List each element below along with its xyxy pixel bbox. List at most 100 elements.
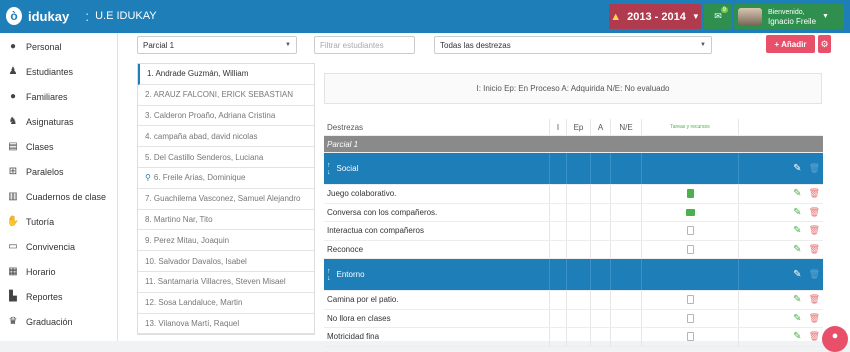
sidebar-item-graduacion[interactable]: ♛ Graduación [0,309,117,334]
add-button[interactable]: + Añadir [766,35,815,53]
grade-cell-ep[interactable] [566,203,590,221]
file-icon[interactable] [686,189,694,199]
table-row[interactable]: Camina por el patio. ✎ 🗑 [324,291,823,310]
grade-cell-a[interactable] [590,291,610,309]
graduation-cap-icon: ♛ [8,316,18,327]
list-item[interactable]: 1. Andrade Guzmán, William [138,64,314,85]
grade-cell-a[interactable] [590,309,610,327]
sidebar-item-tutoria[interactable]: ✋ Tutoría [0,209,117,234]
student-icon: ♟ [8,66,18,77]
chat-bubble-icon[interactable]: ● [822,326,848,352]
sidebar-item-cuadernos[interactable]: ▥ Cuadernos de clase [0,184,117,209]
sidebar-item-horario[interactable]: ▦ Horario [0,259,117,284]
list-item[interactable]: 7. Guachilema Vasconez, Samuel Alejandro [138,189,314,210]
grade-cell-ep[interactable] [566,328,590,346]
gear-icon[interactable]: ⚙ [818,35,831,53]
pencil-icon[interactable]: ✎ [793,313,801,324]
grade-cell-ne[interactable] [610,309,641,327]
sidebar-item-convivencia[interactable]: ▭ Convivencia [0,234,117,259]
list-item[interactable]: 13. Vilanova Martí, Raquel [138,314,314,335]
list-item[interactable]: 12. Sosa Landaluce, Martin [138,293,314,314]
pencil-icon[interactable]: ✎ [793,188,801,199]
list-item[interactable]: 11. Santamaria Villacres, Steven Misael [138,272,314,293]
sort-arrows-icon[interactable]: ↑ ↓ [327,162,331,176]
brand[interactable]: ò idukay : U.E IDUKAY [6,7,157,25]
user-menu[interactable]: Bienvenido, Ignacio Freile ▼ [734,4,844,29]
sort-arrows-icon[interactable]: ↑ ↓ [327,268,331,282]
grade-cell-i[interactable] [549,203,566,221]
sidebar-item-label: Graduación [26,316,73,327]
grade-cell-ne[interactable] [610,185,641,203]
video-icon[interactable] [685,208,695,216]
table-row[interactable]: No llora en clases ✎ 🗑 [324,309,823,328]
list-item[interactable]: 5. Del Castillo Senderos, Luciana [138,147,314,168]
file-outline-icon[interactable] [686,332,694,342]
list-item[interactable]: 10. Salvador Davalos, Isabel [138,251,314,272]
grade-cell-ne[interactable] [610,328,641,346]
sidebar-item-familiares[interactable]: ● Familiares [0,84,117,109]
pencil-icon[interactable]: ✎ [793,294,801,305]
sidebar-item-reportes[interactable]: ▙ Reportes [0,284,117,309]
grade-cell-i[interactable] [549,222,566,240]
trash-icon[interactable]: 🗑 [809,294,820,305]
grade-cell-ep[interactable] [566,291,590,309]
pencil-icon[interactable]: ✎ [793,163,801,174]
school-year-dropdown[interactable]: ▲ 2013 - 2014 ▼ [609,4,701,29]
grade-cell-ne[interactable] [610,222,641,240]
pencil-icon[interactable]: ✎ [793,207,801,218]
file-outline-icon[interactable] [686,244,694,254]
grade-cell-i[interactable] [549,185,566,203]
pencil-icon[interactable]: ✎ [793,225,801,236]
file-outline-icon[interactable] [686,313,694,323]
sidebar-item-estudiantes[interactable]: ♟ Estudiantes [0,59,117,84]
grade-cell-ne[interactable] [610,203,641,221]
grade-cell-i[interactable] [549,291,566,309]
grade-cell-i[interactable] [549,240,566,258]
table-row[interactable]: Interactua con compañeros ✎ 🗑 [324,222,823,241]
grade-cell-ep[interactable] [566,309,590,327]
grade-cell-a[interactable] [590,328,610,346]
file-outline-icon[interactable] [686,295,694,305]
sidebar-item-clases[interactable]: ▤ Clases [0,134,117,159]
grade-cell-ne[interactable] [610,240,641,258]
sidebar-item-personal[interactable]: ● Personal [0,34,117,59]
trash-icon[interactable]: 🗑 [809,225,820,236]
pencil-icon[interactable]: ✎ [793,244,801,255]
grade-cell-i[interactable] [549,309,566,327]
skill-group-row[interactable]: ↑ ↓ Entorno ✎ 🗑 [324,259,823,291]
list-item[interactable]: 8. Martino Nar, Tito [138,210,314,231]
file-outline-icon[interactable] [686,226,694,236]
sidebar-item-paralelos[interactable]: ⊞ Paralelos [0,159,117,184]
trash-icon[interactable]: 🗑 [809,269,820,280]
pencil-icon[interactable]: ✎ [793,269,801,280]
table-row[interactable]: Motricidad fina ✎ 🗑 [324,328,823,347]
grade-cell-i[interactable] [549,328,566,346]
period-select[interactable]: Parcial 1 ▼ [137,36,297,54]
list-item[interactable]: 2. ARAUZ FALCONI, ERICK SEBASTIAN [138,85,314,106]
grade-cell-ep[interactable] [566,222,590,240]
student-filter-input[interactable]: Filtrar estudiantes [314,36,415,54]
list-item[interactable]: ⚲ 6. Freile Arias, Dominique [138,168,314,189]
trash-icon[interactable]: 🗑 [809,188,820,199]
grade-cell-a[interactable] [590,185,610,203]
grade-cell-a[interactable] [590,240,610,258]
list-item[interactable]: 9. Perez Mitau, Joaquin [138,230,314,252]
trash-icon[interactable]: 🗑 [809,207,820,218]
grade-cell-a[interactable] [590,203,610,221]
trash-icon[interactable]: 🗑 [809,163,820,174]
grade-cell-ep[interactable] [566,185,590,203]
trash-icon[interactable]: 🗑 [809,244,820,255]
messages-button[interactable]: ✉ 9 [704,4,732,29]
grade-cell-a[interactable] [590,222,610,240]
trash-icon[interactable]: 🗑 [809,313,820,324]
list-item[interactable]: 3. Calderon Proaño, Adriana Cristina [138,106,314,127]
skills-select[interactable]: Todas las destrezas ▼ [434,36,712,54]
table-row[interactable]: Reconoce ✎ 🗑 [324,240,823,259]
table-row[interactable]: Conversa con los compañeros. ✎ 🗑 [324,203,823,222]
skill-group-row[interactable]: ↑ ↓ Social ✎ 🗑 [324,153,823,185]
list-item[interactable]: 4. campaña abad, david nicolas [138,126,314,148]
grade-cell-ep[interactable] [566,240,590,258]
table-row[interactable]: Juego colaborativo. ✎ 🗑 [324,185,823,204]
grade-cell-ne[interactable] [610,291,641,309]
sidebar-item-asignaturas[interactable]: ♞ Asignaturas [0,109,117,134]
